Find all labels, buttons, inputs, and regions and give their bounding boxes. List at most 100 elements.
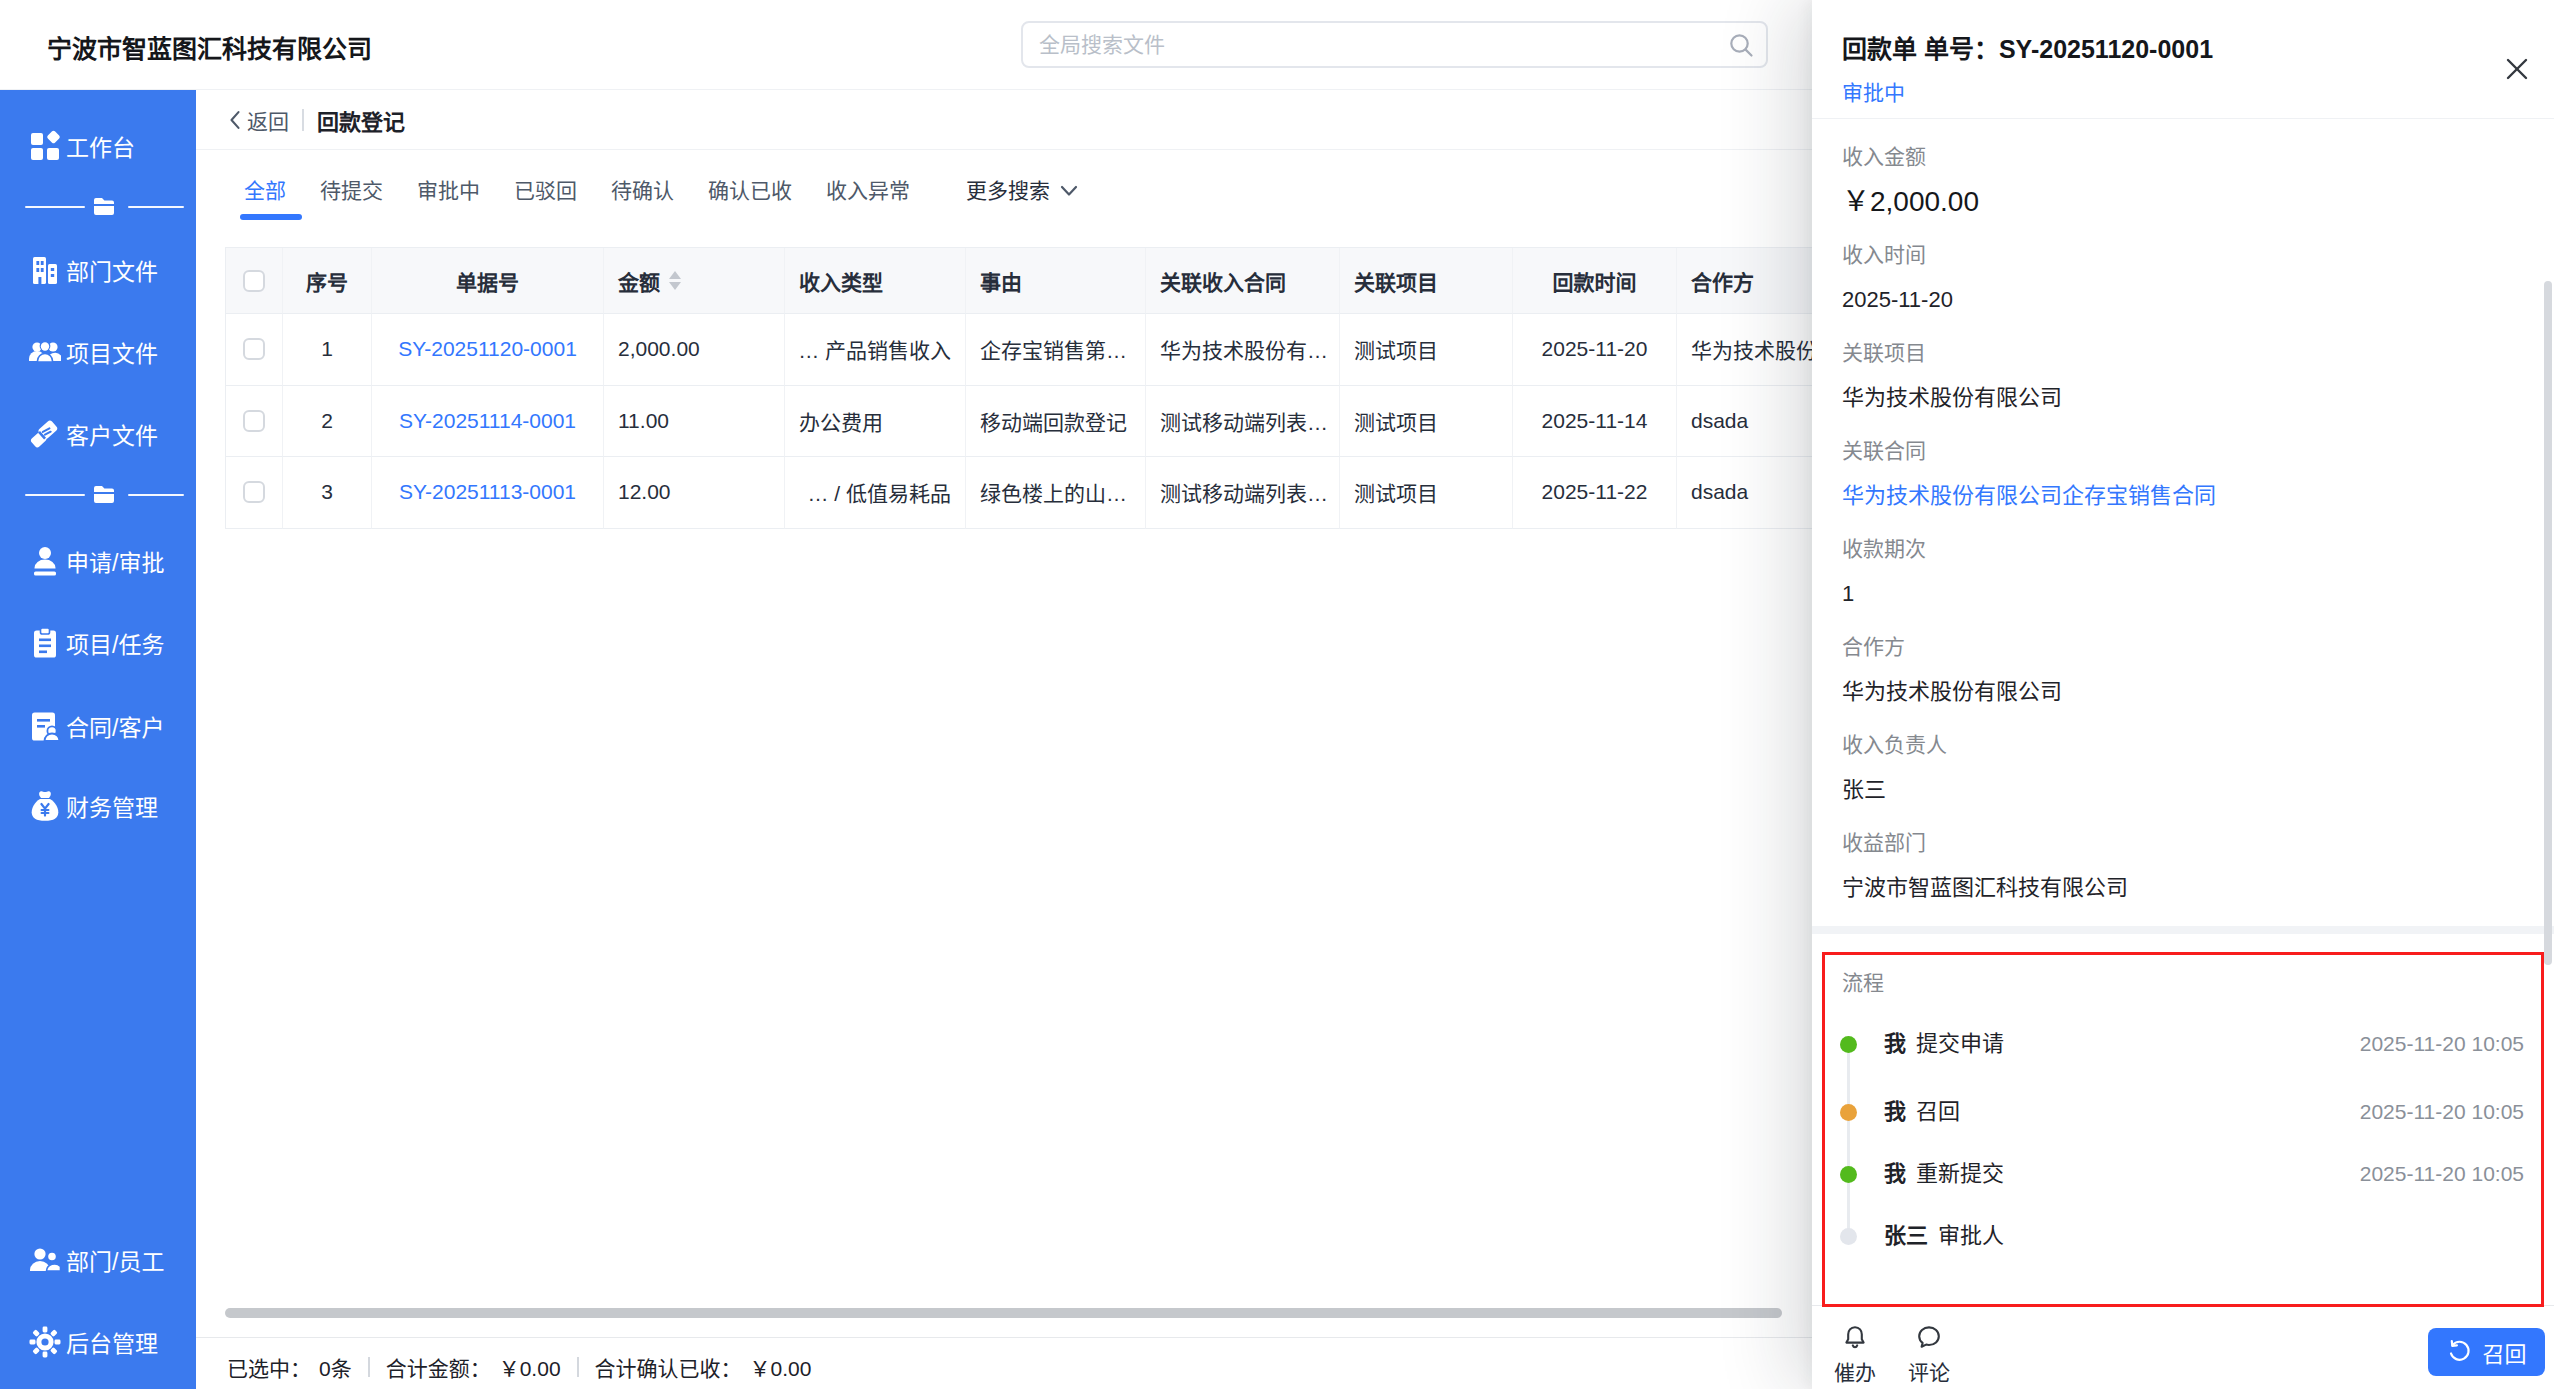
select-all-checkbox[interactable] [226,248,283,314]
close-icon[interactable] [2503,55,2531,83]
timeline-timestamp: 2025-11-20 10:05 [2360,1099,2524,1125]
table-cell: 2 [283,386,372,458]
horizontal-scrollbar[interactable] [225,1307,1812,1319]
field-label: 收入时间 [1842,244,1953,266]
cell-value: 2025-11-20 [1542,337,1648,361]
field-关联项目: 关联项目 华为技术股份有限公司 [1842,342,2062,410]
tab-确认已收[interactable]: 确认已收 [708,178,792,204]
tab-待提交[interactable]: 待提交 [320,178,383,204]
field-label: 收益部门 [1842,832,2128,854]
total-amount-label: 合计金额： [386,1352,491,1382]
global-search [1021,21,1768,68]
cell-value: 3 [321,480,333,504]
sidebar-item-客户文件[interactable]: 客户文件 [0,414,196,454]
timeline-actor: 我 [1884,1161,1906,1186]
divider-line [25,206,85,208]
table-cell: SY-20251114-0001 [372,386,604,458]
column-header-label: 关联项目 [1354,266,1438,296]
column-header-关联收入合同: 关联收入合同 [1146,248,1340,314]
cell-value: 测试项目 [1354,477,1438,507]
column-header-label: 回款时间 [1553,266,1637,296]
timeline-timestamp: 2025-11-20 10:05 [2360,1161,2524,1187]
sidebar-item-合同/客户[interactable]: 合同/客户 [0,706,196,746]
sidebar-item-label: 项目/任务 [66,626,164,660]
sidebar-item-label: 部门/员工 [66,1243,164,1277]
cell-value: 11.00 [618,409,669,433]
tab-审批中[interactable]: 审批中 [417,178,480,204]
undo-icon [2446,1339,2472,1365]
search-input[interactable] [1021,21,1768,68]
detail-drawer: 回款单 单号：SY-20251120-0001 审批中 收入金额 ￥2,000.… [1812,0,2554,1389]
sidebar-item-申请/审批[interactable]: 申请/审批 [0,541,196,581]
field-value: 1 [1842,582,1926,606]
tab-全部[interactable]: 全部 [244,178,286,204]
tab-收入异常[interactable]: 收入异常 [826,178,910,204]
cell-value: 测试项目 [1354,406,1438,436]
cell-value: 移动端回款登记 [980,406,1127,436]
column-header-label: 单据号 [456,266,519,296]
comment-button[interactable]: 评论 [1889,1324,1969,1386]
field-label: 收款期次 [1842,538,1926,560]
comment-icon [1916,1324,1942,1350]
sidebar-item-财务管理[interactable]: 财务管理 [0,786,196,826]
document-number-link[interactable]: SY-20251114-0001 [399,409,576,433]
sidebar-item-项目文件[interactable]: 项目文件 [0,332,196,372]
cell-value: … / 低值易耗品 [807,477,951,507]
finance-icon [27,788,63,824]
horizontal-scrollbar-thumb[interactable] [225,1308,1782,1318]
column-header-单据号: 单据号 [372,248,604,314]
drawer-scrollbar-thumb[interactable] [2544,281,2552,965]
back-button[interactable]: 返回 [247,105,289,135]
cell-value: 测试移动端列表… [1160,477,1328,507]
column-header-label: 合作方 [1691,266,1754,296]
sidebar-item-后台管理[interactable]: 后台管理 [0,1322,196,1362]
divider-line [128,206,184,208]
dept-employee-icon [27,1242,63,1278]
sidebar-item-label: 后台管理 [66,1325,158,1359]
timeline-dot-green [1840,1036,1857,1053]
document-number-link[interactable]: SY-20251120-0001 [398,337,577,361]
search-icon[interactable] [1728,32,1754,58]
cell-value: 2 [321,409,333,433]
sidebar-item-项目/任务[interactable]: 项目/任务 [0,623,196,663]
sidebar-item-部门/员工[interactable]: 部门/员工 [0,1240,196,1280]
tab-待确认[interactable]: 待确认 [611,178,674,204]
row-checkbox[interactable] [226,457,283,529]
cell-value: dsada [1691,480,1748,504]
field-value: 张三 [1842,778,1947,802]
sort-icon[interactable] [669,271,681,290]
sidebar-item-label: 财务管理 [66,789,158,823]
document-number-link[interactable]: SY-20251113-0001 [399,480,576,504]
field-value[interactable]: 华为技术股份有限公司企存宝销售合同 [1842,484,2216,508]
project-task-icon [27,625,63,661]
company-title: 宁波市智蓝图汇科技有限公司 [47,29,372,65]
row-checkbox[interactable] [226,386,283,458]
cell-value: 2025-11-14 [1542,409,1648,433]
timeline-actor: 张三 [1884,1223,1928,1248]
column-header-label: 序号 [306,266,348,296]
sidebar-item-工作台[interactable]: 工作台 [0,126,196,166]
sidebar-item-部门文件[interactable]: 部门文件 [0,250,196,290]
table-cell: 11.00 [604,386,785,458]
timeline-dot-gray [1840,1228,1857,1245]
recall-button[interactable]: 召回 [2428,1328,2545,1376]
column-header-序号: 序号 [283,248,372,314]
more-search-dropdown[interactable]: 更多搜索 [966,178,1078,204]
field-收益部门: 收益部门 宁波市智蓝图汇科技有限公司 [1842,832,2128,900]
cell-value: 绿色楼上的山… [980,477,1127,507]
page-title: 回款登记 [317,104,405,136]
back-chevron-icon[interactable] [228,108,242,132]
field-收入负责人: 收入负责人 张三 [1842,734,1947,802]
column-header-关联项目: 关联项目 [1340,248,1513,314]
column-header-label: 关联收入合同 [1160,266,1286,296]
folder-icon [92,483,116,507]
timeline-entry: 我召回 [1884,1099,1960,1125]
checkbox-icon [243,338,265,360]
drawer-footer: 催办 评论 召回 [1812,1305,2554,1389]
selected-count-label: 已选中： [227,1352,311,1382]
table-cell: SY-20251120-0001 [372,314,604,386]
row-checkbox[interactable] [226,314,283,386]
column-header-金额[interactable]: 金额 [604,248,785,314]
tab-已驳回[interactable]: 已驳回 [514,178,577,204]
urge-button[interactable]: 催办 [1815,1324,1895,1386]
